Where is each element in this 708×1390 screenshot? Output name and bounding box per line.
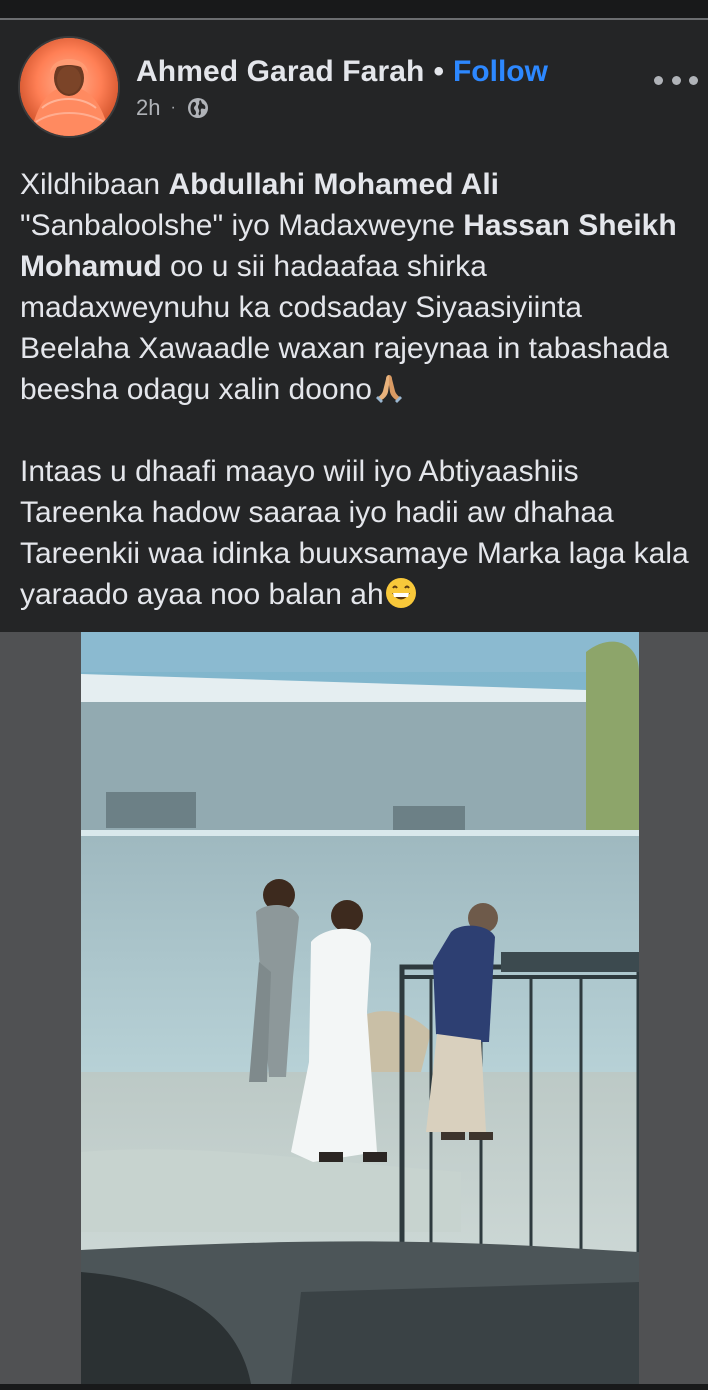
post-meta: 2h · <box>136 92 210 124</box>
post-time[interactable]: 2h <box>136 95 160 121</box>
paragraph-2: Intaas u dhaafi maayo wiil iyo Abtiyaash… <box>20 451 700 615</box>
more-dot <box>689 75 698 85</box>
separator: • <box>433 55 444 88</box>
avatar-image <box>20 38 118 136</box>
text-segment: Xildhibaan <box>20 168 169 201</box>
author-row: Ahmed Garad Farah • Follow <box>136 52 548 92</box>
post-media[interactable] <box>0 632 708 1384</box>
folded-hands-emoji <box>375 375 402 403</box>
avatar[interactable] <box>18 36 120 138</box>
top-strip <box>0 0 708 18</box>
bottom-strip <box>0 1384 708 1390</box>
video-scene <box>81 632 639 1384</box>
mention-abdullahi: Abdullahi Mohamed Ali <box>168 168 500 201</box>
text-segment: "Sanbaloolshe" iyo Madaxweyne <box>20 209 464 242</box>
post-text: Xildhibaan Abdullahi Mohamed Ali "Sanbal… <box>20 164 700 656</box>
paragraph-1: Xildhibaan Abdullahi Mohamed Ali "Sanbal… <box>20 164 700 410</box>
text-segment: Intaas u dhaafi maayo wiil iyo Abtiyaash… <box>20 455 689 611</box>
author-name[interactable]: Ahmed Garad Farah <box>136 55 424 89</box>
follow-button[interactable]: Follow <box>453 55 548 89</box>
meta-separator: · <box>170 99 176 116</box>
video-thumbnail[interactable] <box>81 632 639 1384</box>
divider <box>0 18 708 20</box>
facebook-post: Ahmed Garad Farah • Follow 2h · Xildhiba… <box>0 0 708 1390</box>
more-dot <box>654 75 663 85</box>
grinning-face-emoji <box>385 578 416 608</box>
more-options-button[interactable] <box>654 70 698 90</box>
post-header: Ahmed Garad Farah • Follow 2h · <box>0 30 708 138</box>
globe-icon[interactable] <box>186 96 210 120</box>
more-dot <box>671 75 681 85</box>
